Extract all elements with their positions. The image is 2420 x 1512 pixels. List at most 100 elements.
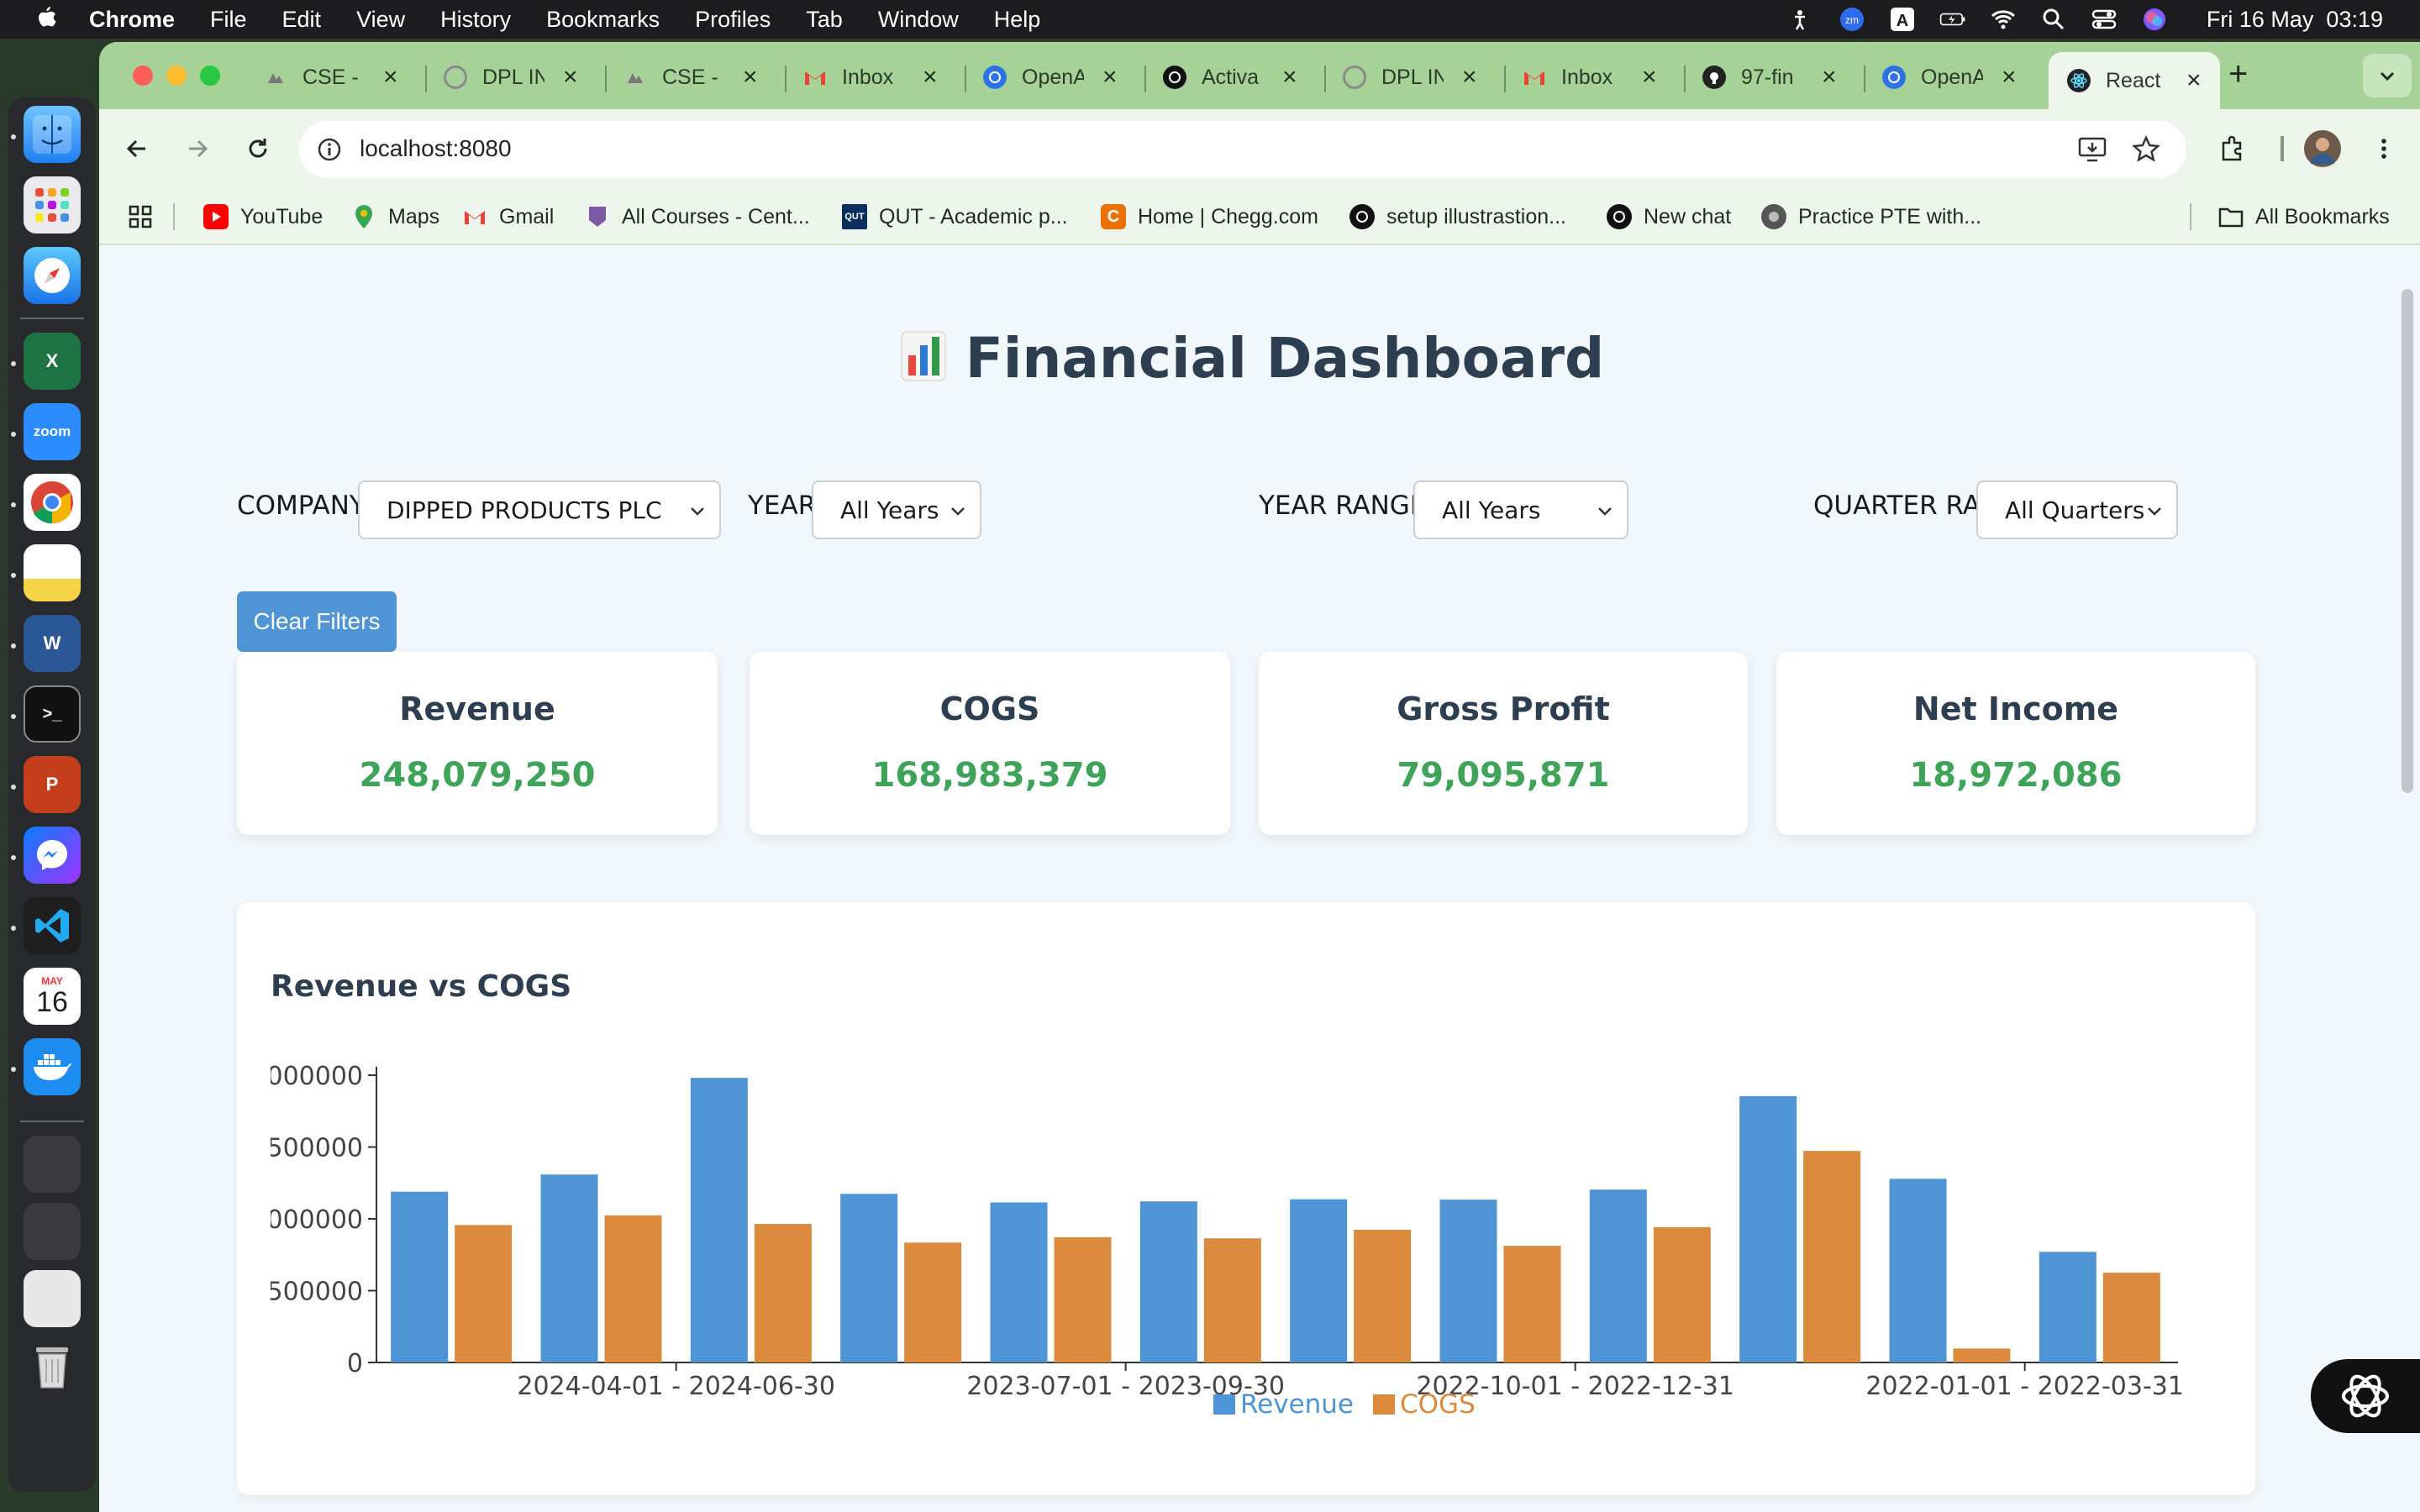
minimized-window-thumbnail[interactable] (24, 1136, 81, 1193)
bookmark-qut[interactable]: QUT QUT - Academic p... (842, 198, 1068, 235)
calendar-icon[interactable]: MAY 16 (24, 968, 81, 1025)
bookmark-chegg[interactable]: C Home | Chegg.com (1101, 198, 1318, 235)
tab-title: 97-fin (1741, 65, 1794, 89)
browser-tab[interactable]: Activa × (1163, 52, 1297, 102)
menu-bookmarks[interactable]: Bookmarks (546, 7, 660, 33)
profile-avatar[interactable] (2304, 130, 2341, 167)
minimized-window-thumbnail[interactable] (24, 1203, 81, 1260)
install-app-icon[interactable] (2077, 134, 2107, 169)
tab-close-icon[interactable]: × (1822, 63, 1837, 92)
chrome-menu-icon[interactable] (2363, 128, 2405, 170)
tab-close-icon[interactable]: × (2002, 63, 2017, 92)
input-source-icon[interactable]: A (1889, 6, 1916, 33)
docker-icon[interactable] (24, 1038, 81, 1095)
extensions-icon[interactable] (2212, 128, 2254, 170)
quarter-range-select[interactable]: All Quarters (1976, 480, 2178, 539)
browser-tab-active[interactable]: React × (2049, 52, 2220, 109)
tab-close-icon[interactable]: × (383, 63, 398, 92)
tab-close-icon[interactable]: × (563, 63, 578, 92)
tab-close-icon[interactable]: × (743, 63, 758, 92)
bookmark-gmail[interactable]: Gmail (462, 198, 554, 235)
reload-button[interactable] (237, 128, 279, 170)
tab-close-icon[interactable]: × (1642, 63, 1657, 92)
window-minimize-button[interactable] (166, 66, 187, 86)
minimized-window-thumbnail[interactable] (24, 1270, 81, 1327)
menu-app-name[interactable]: Chrome (89, 7, 175, 33)
menu-tab[interactable]: Tab (806, 7, 843, 33)
bookmark-practice-pte[interactable]: Practice PTE with... (1761, 198, 1981, 235)
browser-tab[interactable]: OpenA × (1882, 52, 2017, 102)
menu-history[interactable]: History (440, 7, 511, 33)
accessibility-status-icon[interactable] (1788, 6, 1815, 33)
tab-search-button[interactable] (2363, 54, 2412, 97)
new-tab-button[interactable]: + (2228, 55, 2248, 93)
back-button[interactable] (116, 128, 158, 170)
site-info-icon[interactable] (314, 134, 345, 165)
bookmark-all-courses[interactable]: All Courses - Cent... (585, 198, 810, 235)
zoom-icon[interactable]: zoom (24, 403, 81, 460)
address-bar[interactable]: localhost:8080 (299, 121, 2186, 178)
trash-icon[interactable] (24, 1337, 81, 1394)
bookmark-setup-illustration[interactable]: setup illustrastion... (1349, 198, 1566, 235)
menu-profiles[interactable]: Profiles (695, 7, 771, 33)
tab-close-icon[interactable]: × (923, 63, 938, 92)
page-scrollbar[interactable] (2402, 289, 2413, 793)
zoom-status-icon[interactable]: zm (1839, 6, 1865, 33)
url-text[interactable]: localhost:8080 (360, 135, 512, 162)
browser-tab[interactable]: DPL IN × (444, 52, 578, 102)
bookmark-maps[interactable]: Maps (351, 198, 439, 235)
year-select[interactable]: All Years (812, 480, 981, 539)
apps-grid-icon[interactable] (128, 198, 153, 235)
apple-icon[interactable] (32, 5, 60, 34)
finder-icon[interactable] (24, 106, 81, 163)
window-close-button[interactable] (133, 66, 153, 86)
window-zoom-button[interactable] (200, 66, 220, 86)
terminal-icon[interactable]: >_ (24, 685, 81, 743)
safari-icon[interactable] (24, 247, 81, 304)
clear-filters-button[interactable]: Clear Filters (237, 591, 397, 652)
browser-tab[interactable]: Inbox × (1523, 52, 1657, 102)
vscode-icon[interactable] (24, 897, 81, 954)
kpi-title: Net Income (1912, 690, 2119, 727)
menu-view[interactable]: View (356, 7, 405, 33)
tab-close-icon[interactable]: × (2186, 66, 2202, 95)
menu-window[interactable]: Window (878, 7, 959, 33)
browser-tab[interactable]: Inbox × (803, 52, 938, 102)
year-range-select[interactable]: All Years (1413, 480, 1628, 539)
browser-tab[interactable]: CSE - × (264, 52, 398, 102)
forward-button[interactable] (176, 128, 218, 170)
menu-edit[interactable]: Edit (282, 7, 322, 33)
chatgpt-floating-button[interactable] (2311, 1359, 2420, 1433)
browser-tab[interactable]: DPL IN × (1343, 52, 1477, 102)
kpi-card-gross-profit: Gross Profit 79,095,871 (1259, 652, 1748, 835)
tab-close-icon[interactable]: × (1102, 63, 1118, 92)
notes-icon[interactable] (24, 544, 81, 601)
bookmark-star-icon[interactable] (2131, 134, 2161, 169)
messenger-icon[interactable] (24, 827, 81, 884)
browser-tab[interactable]: OpenA × (983, 52, 1118, 102)
tab-title: Inbox (842, 65, 894, 89)
wifi-icon[interactable] (1990, 6, 2017, 33)
chrome-icon[interactable] (24, 474, 81, 531)
browser-tab[interactable]: CSE - × (623, 52, 758, 102)
tab-close-icon[interactable]: × (1462, 63, 1477, 92)
tab-separator (1684, 66, 1686, 92)
word-icon[interactable]: W (24, 615, 81, 672)
tab-close-icon[interactable]: × (1282, 63, 1297, 92)
launchpad-icon[interactable] (24, 176, 81, 234)
all-bookmarks-button[interactable]: All Bookmarks (2218, 198, 2390, 235)
browser-tab[interactable]: 97-fin × (1702, 52, 1837, 102)
menu-help[interactable]: Help (994, 7, 1041, 33)
bookmark-youtube[interactable]: YouTube (203, 198, 323, 235)
siri-icon[interactable] (2141, 6, 2168, 33)
powerpoint-icon[interactable]: P (24, 756, 81, 813)
excel-icon[interactable]: X (24, 333, 81, 390)
company-select[interactable]: DIPPED PRODUCTS PLC (358, 480, 721, 539)
spotlight-search-icon[interactable] (2040, 6, 2067, 33)
control-center-icon[interactable] (2091, 6, 2118, 33)
bar-chart-emoji-icon (900, 330, 947, 382)
menu-file[interactable]: File (210, 7, 247, 33)
battery-icon[interactable] (1939, 6, 1966, 33)
bookmark-new-chat[interactable]: New chat (1607, 198, 1731, 235)
menubar-clock[interactable]: Fri 16 May 03:19 (2207, 7, 2383, 33)
